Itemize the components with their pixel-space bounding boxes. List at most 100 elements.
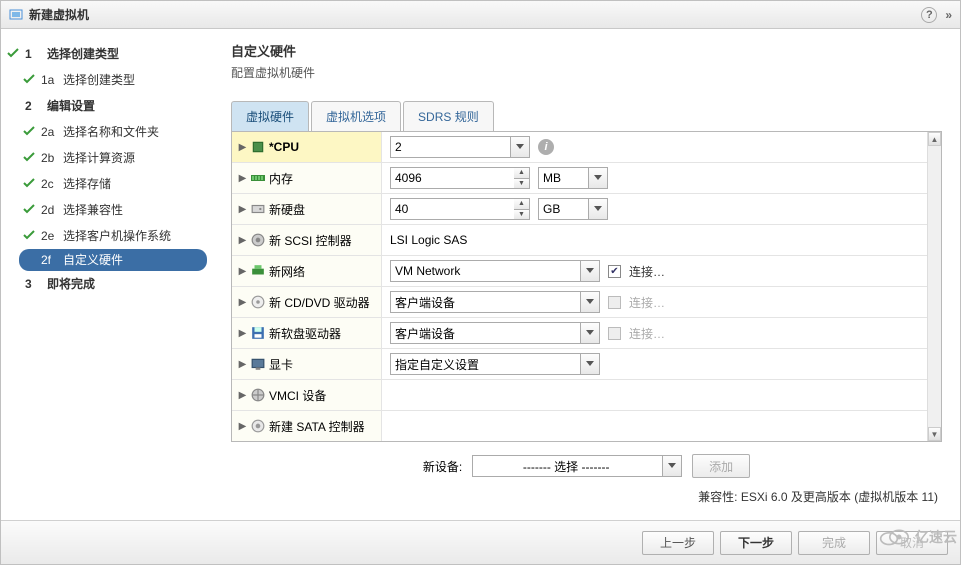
step-3[interactable]: 3即将完成 [1, 271, 213, 297]
new-device-row: 新设备: ------- 选择 ------- 添加 [231, 454, 942, 478]
memory-input[interactable]: 4096 ▲▼ [390, 167, 530, 189]
new-device-label: 新设备: [423, 458, 462, 475]
row-memory: ▶ 内存 4096 ▲▼ MB [232, 163, 941, 194]
check-icon [23, 203, 37, 217]
step-2[interactable]: 2编辑设置 [1, 93, 213, 119]
page-subtitle: 配置虚拟机硬件 [231, 64, 942, 81]
row-vmci: ▶ VMCI 设备 [232, 380, 941, 411]
tab-vm-options[interactable]: 虚拟机选项 [311, 101, 401, 131]
cd-icon [251, 296, 265, 308]
memory-unit-select[interactable]: MB [538, 167, 608, 189]
spin-down[interactable]: ▼ [514, 210, 529, 220]
scroll-down[interactable]: ▼ [928, 427, 941, 441]
step-2a[interactable]: 2a选择名称和文件夹 [1, 119, 213, 145]
row-cddvd: ▶ 新 CD/DVD 驱动器 客户端设备 连接… [232, 287, 941, 318]
disk-input[interactable]: 40 ▲▼ [390, 198, 530, 220]
cpu-icon [251, 141, 265, 153]
floppy-icon [251, 327, 265, 339]
footer: 上一步 下一步 完成 取消 [1, 520, 960, 564]
step-2c[interactable]: 2c选择存储 [1, 171, 213, 197]
cpu-select[interactable]: 2 [390, 136, 530, 158]
row-disk: ▶ 新硬盘 40 ▲▼ GB [232, 194, 941, 225]
expand-toggle[interactable]: ▶ [238, 266, 247, 277]
step-2b[interactable]: 2b选择计算资源 [1, 145, 213, 171]
network-connect-checkbox[interactable]: ✔ [608, 265, 621, 278]
help-icon[interactable]: ? [921, 7, 937, 23]
vmci-label: VMCI 设备 [269, 387, 326, 404]
check-icon [23, 151, 37, 165]
video-label: 显卡 [269, 356, 293, 373]
expand-toggle[interactable]: ▶ [238, 297, 247, 308]
back-button[interactable]: 上一步 [642, 531, 714, 555]
next-button[interactable]: 下一步 [720, 531, 792, 555]
row-cpu: ▶ *CPU 2 i [232, 132, 941, 163]
tab-sdrs[interactable]: SDRS 规则 [403, 101, 494, 131]
cddvd-connect-checkbox [608, 296, 621, 309]
vmci-icon [251, 389, 265, 401]
titlebar: 新建虚拟机 ? » [1, 1, 960, 29]
tabs: 虚拟硬件 虚拟机选项 SDRS 规则 [231, 101, 942, 132]
cddvd-select[interactable]: 客户端设备 [390, 291, 600, 313]
disk-label: 新硬盘 [269, 201, 305, 218]
wizard-sidebar: 1选择创建类型 1a选择创建类型 2编辑设置 2a选择名称和文件夹 2b选择计算… [1, 29, 213, 520]
sata-icon [251, 420, 265, 432]
memory-icon [251, 172, 265, 184]
expand-toggle[interactable]: ▶ [238, 421, 247, 432]
disk-icon [251, 203, 265, 215]
video-select[interactable]: 指定自定义设置 [390, 353, 600, 375]
main-panel: 自定义硬件 配置虚拟机硬件 虚拟硬件 虚拟机选项 SDRS 规则 ▶ *CPU … [213, 29, 960, 520]
expand-toggle[interactable]: ▶ [238, 204, 247, 215]
floppy-select[interactable]: 客户端设备 [390, 322, 600, 344]
video-icon [251, 358, 265, 370]
row-sata: ▶ 新建 SATA 控制器 [232, 411, 941, 442]
check-icon [23, 177, 37, 191]
cancel-button[interactable]: 取消 [876, 531, 948, 555]
cddvd-connect-label: 连接… [629, 294, 665, 311]
window-title: 新建虚拟机 [29, 6, 89, 23]
spin-down[interactable]: ▼ [514, 179, 529, 189]
expand-toggle[interactable]: ▶ [238, 328, 247, 339]
add-button[interactable]: 添加 [692, 454, 750, 478]
network-select[interactable]: VM Network [390, 260, 600, 282]
expand-toggle[interactable]: ▶ [238, 173, 247, 184]
step-1[interactable]: 1选择创建类型 [1, 41, 213, 67]
check-icon [23, 125, 37, 139]
tab-hardware[interactable]: 虚拟硬件 [231, 101, 309, 131]
spin-up[interactable]: ▲ [514, 199, 529, 210]
page-title: 自定义硬件 [231, 41, 942, 60]
info-icon[interactable]: i [538, 139, 554, 155]
expand-toggle[interactable]: ▶ [238, 359, 247, 370]
cpu-label: *CPU [269, 140, 299, 154]
row-video: ▶ 显卡 指定自定义设置 [232, 349, 941, 380]
step-2f[interactable]: 2f自定义硬件 [19, 249, 207, 271]
hardware-panel: ▶ *CPU 2 i ▶ 内存 [231, 132, 942, 442]
compatibility-text: 兼容性: ESXi 6.0 及更高版本 (虚拟机版本 11) [231, 488, 942, 505]
disk-unit-select[interactable]: GB [538, 198, 608, 220]
scsi-icon [251, 234, 265, 246]
spin-up[interactable]: ▲ [514, 168, 529, 179]
step-2d[interactable]: 2d选择兼容性 [1, 197, 213, 223]
expand-toggle[interactable]: ▶ [238, 142, 247, 153]
scrollbar[interactable]: ▲ ▼ [927, 132, 941, 441]
expand-icon[interactable]: » [945, 8, 952, 22]
floppy-label: 新软盘驱动器 [269, 325, 341, 342]
network-label: 新网络 [269, 263, 305, 280]
vm-icon [9, 8, 23, 22]
row-network: ▶ 新网络 VM Network ✔ 连接… [232, 256, 941, 287]
network-connect-label: 连接… [629, 263, 665, 280]
scroll-up[interactable]: ▲ [928, 132, 941, 146]
row-floppy: ▶ 新软盘驱动器 客户端设备 连接… [232, 318, 941, 349]
check-icon [23, 229, 37, 243]
expand-toggle[interactable]: ▶ [238, 235, 247, 246]
network-icon [251, 265, 265, 277]
new-device-select[interactable]: ------- 选择 ------- [472, 455, 682, 477]
step-2e[interactable]: 2e选择客户机操作系统 [1, 223, 213, 249]
sata-label: 新建 SATA 控制器 [269, 418, 365, 435]
scsi-label: 新 SCSI 控制器 [269, 232, 352, 249]
floppy-connect-checkbox [608, 327, 621, 340]
finish-button: 完成 [798, 531, 870, 555]
expand-toggle[interactable]: ▶ [238, 390, 247, 401]
memory-label: 内存 [269, 170, 293, 187]
step-1a[interactable]: 1a选择创建类型 [1, 67, 213, 93]
check-icon [7, 47, 21, 61]
